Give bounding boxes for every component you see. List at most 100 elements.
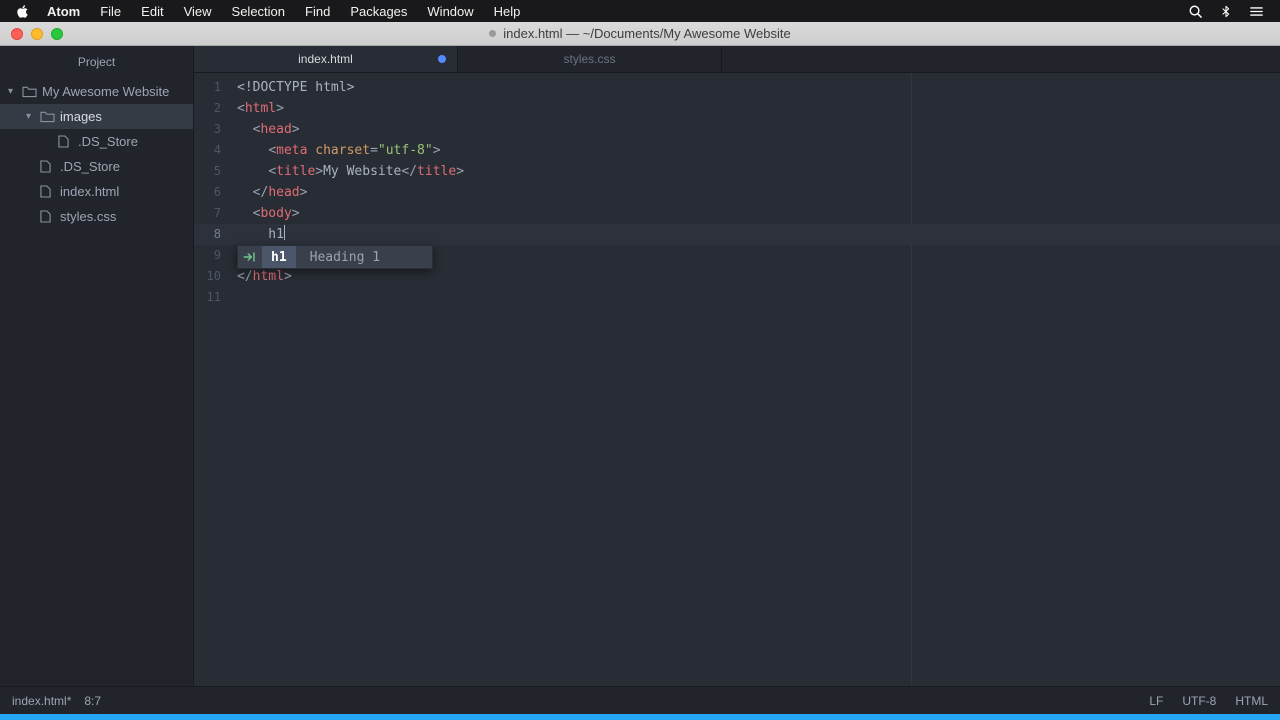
code-text: </html> xyxy=(237,266,292,287)
menu-item-view[interactable]: View xyxy=(174,4,222,19)
tree-item-label: styles.css xyxy=(60,209,116,224)
code-line-5[interactable]: 5 <title>My Website</title> xyxy=(194,161,1280,182)
snippet-arrow-icon xyxy=(238,246,262,268)
window-close-button[interactable] xyxy=(11,28,23,40)
file-icon xyxy=(58,135,77,148)
project-sidebar: Project ▾ My Awesome Website ▾ images .DS_St… xyxy=(0,46,193,686)
line-number: 2 xyxy=(194,98,221,119)
line-number: 8 xyxy=(194,224,221,245)
code-text: <title>My Website</title> xyxy=(237,161,464,182)
status-file-name[interactable]: index.html* xyxy=(12,694,71,708)
menu-item-edit[interactable]: Edit xyxy=(131,4,173,19)
menu-items: AtomFileEditViewSelectionFindPackagesWin… xyxy=(37,4,530,19)
code-lines: 1<!DOCTYPE html>2<html>3 <head>4 <meta c… xyxy=(194,73,1280,308)
tab-bar: index.html styles.css xyxy=(194,46,1280,73)
window-minimize-button[interactable] xyxy=(31,28,43,40)
code-line-7[interactable]: 7 <body> xyxy=(194,203,1280,224)
window-title-bar[interactable]: index.html — ~/Documents/My Awesome Webs… xyxy=(0,22,1280,46)
status-bar-left: index.html* 8:7 xyxy=(12,694,101,708)
spotlight-search-icon[interactable] xyxy=(1188,4,1203,19)
tree-item-label: images xyxy=(60,109,102,124)
file-icon xyxy=(40,160,59,173)
bluetooth-icon[interactable] xyxy=(1220,4,1232,19)
line-number: 10 xyxy=(194,266,221,287)
folder-icon xyxy=(22,85,41,98)
menu-bar: AtomFileEditViewSelectionFindPackagesWin… xyxy=(0,0,1280,22)
tab-label: styles.css xyxy=(563,52,615,66)
tree-item-ds-store[interactable]: .DS_Store xyxy=(0,154,193,179)
line-number: 9 xyxy=(194,245,221,266)
menu-item-atom[interactable]: Atom xyxy=(37,4,90,19)
code-text: h1 xyxy=(237,224,285,245)
code-line-11[interactable]: 11 xyxy=(194,287,1280,308)
project-tree: ▾ My Awesome Website ▾ images .DS_Store .DS_S… xyxy=(0,79,193,229)
code-line-8[interactable]: 8 h1 xyxy=(194,224,1280,245)
code-text: <html> xyxy=(237,98,284,119)
text-cursor xyxy=(284,225,286,240)
tree-item-ds-store[interactable]: .DS_Store xyxy=(0,129,193,154)
tree-item-label: My Awesome Website xyxy=(42,84,169,99)
chevron-down-icon[interactable]: ▾ xyxy=(26,111,40,122)
folder-icon xyxy=(40,110,59,123)
line-number: 5 xyxy=(194,161,221,182)
code-text: <head> xyxy=(237,119,300,140)
tab-index-html[interactable]: index.html xyxy=(194,46,458,72)
tree-item-my-awesome-website[interactable]: ▾ My Awesome Website xyxy=(0,79,193,104)
code-line-2[interactable]: 2 <html> xyxy=(194,98,1280,119)
menu-item-file[interactable]: File xyxy=(90,4,131,19)
code-text: </head> xyxy=(237,182,307,203)
atom-window: Project ▾ My Awesome Website ▾ images .DS_St… xyxy=(0,46,1280,686)
line-number: 1 xyxy=(194,77,221,98)
chevron-down-icon[interactable]: ▾ xyxy=(8,86,22,97)
window-title-group: index.html — ~/Documents/My Awesome Webs… xyxy=(489,26,790,41)
menu-bar-right-icons xyxy=(1188,4,1272,19)
tree-item-label: .DS_Store xyxy=(60,159,120,174)
menu-item-window[interactable]: Window xyxy=(417,4,483,19)
menu-item-help[interactable]: Help xyxy=(484,4,531,19)
tree-item-images[interactable]: ▾ images xyxy=(0,104,193,129)
status-grammar[interactable]: HTML xyxy=(1235,694,1268,708)
status-bar: index.html* 8:7 LF UTF-8 HTML xyxy=(0,686,1280,714)
screen: AtomFileEditViewSelectionFindPackagesWin… xyxy=(0,0,1280,720)
project-header: Project xyxy=(0,46,193,79)
line-number: 7 xyxy=(194,203,221,224)
code-text: <!DOCTYPE html> xyxy=(237,77,354,98)
tree-item-index-html[interactable]: index.html xyxy=(0,179,193,204)
menu-item-selection[interactable]: Selection xyxy=(222,4,295,19)
document-modified-dot xyxy=(489,30,496,37)
autocomplete-suggestion[interactable]: h1 xyxy=(262,246,296,268)
file-icon xyxy=(40,210,59,223)
tab-styles-css[interactable]: styles.css xyxy=(458,46,722,72)
line-number: 3 xyxy=(194,119,221,140)
editor-pane: index.html styles.css 1 <!DOCTYPE html> 2 <h… xyxy=(193,46,1280,686)
tab-label: index.html xyxy=(298,52,353,66)
editor[interactable]: 1<!DOCTYPE html>2<html>3 <head>4 <meta c… xyxy=(194,73,1280,686)
menu-list-icon[interactable] xyxy=(1249,4,1264,19)
code-line-3[interactable]: 3 <head> xyxy=(194,119,1280,140)
status-line-ending[interactable]: LF xyxy=(1149,694,1163,708)
apple-menu-icon[interactable] xyxy=(16,4,29,19)
modified-indicator-dot[interactable] xyxy=(438,55,446,63)
code-line-6[interactable]: 6 </head> xyxy=(194,182,1280,203)
menu-item-packages[interactable]: Packages xyxy=(340,4,417,19)
window-title: index.html — ~/Documents/My Awesome Webs… xyxy=(503,26,790,41)
code-line-1[interactable]: 1 <!DOCTYPE html> xyxy=(194,77,1280,98)
progress-bar xyxy=(0,714,1280,720)
code-text: <meta charset="utf-8"> xyxy=(237,140,441,161)
code-line-4[interactable]: 4 <meta charset="utf-8"> xyxy=(194,140,1280,161)
file-icon xyxy=(40,185,59,198)
autocomplete-description: Heading 1 xyxy=(310,246,396,268)
code-line-10[interactable]: 10 </html> xyxy=(194,266,1280,287)
line-number: 6 xyxy=(194,182,221,203)
status-cursor-position[interactable]: 8:7 xyxy=(84,694,101,708)
status-encoding[interactable]: UTF-8 xyxy=(1182,694,1216,708)
window-zoom-button[interactable] xyxy=(51,28,63,40)
window-controls xyxy=(11,22,63,45)
tree-item-styles-css[interactable]: styles.css xyxy=(0,204,193,229)
tree-item-label: index.html xyxy=(60,184,119,199)
menu-item-find[interactable]: Find xyxy=(295,4,340,19)
tree-item-label: .DS_Store xyxy=(78,134,138,149)
line-number: 4 xyxy=(194,140,221,161)
code-text: <body> xyxy=(237,203,300,224)
status-bar-right: LF UTF-8 HTML xyxy=(1149,694,1268,708)
